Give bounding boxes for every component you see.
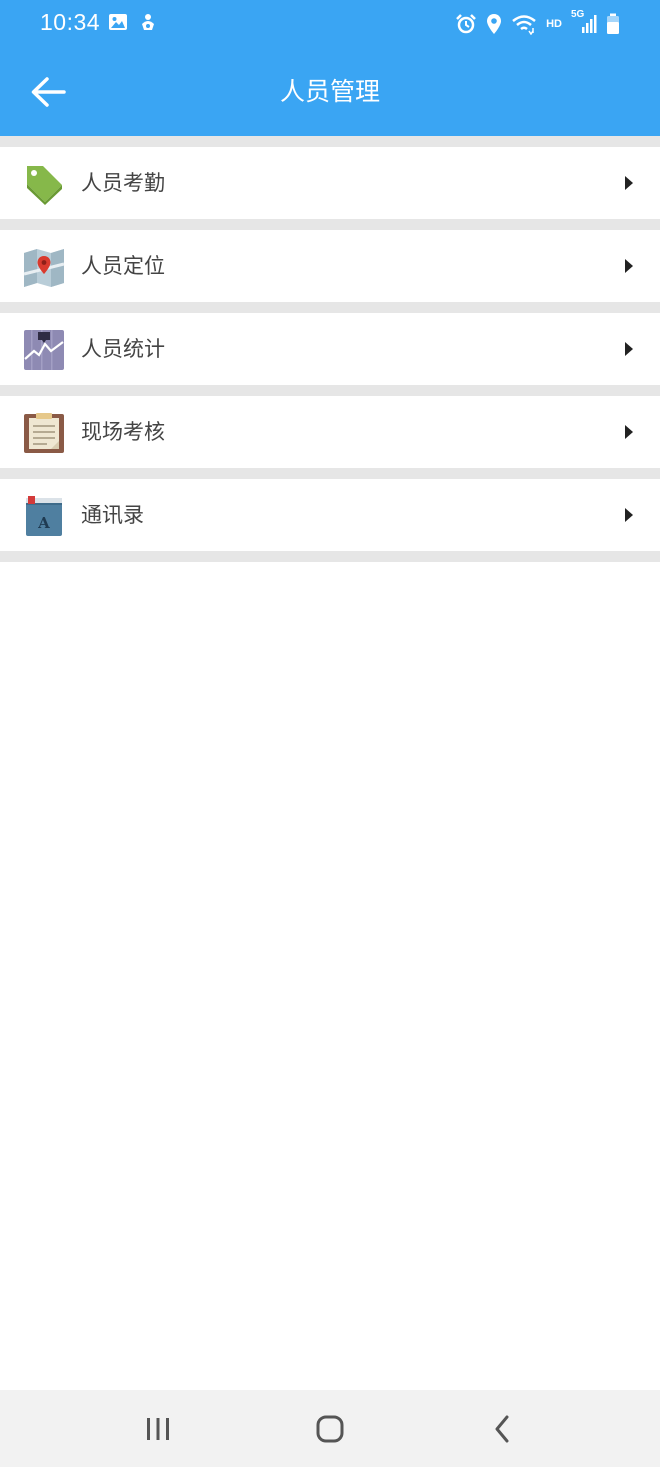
alarm-icon	[455, 13, 477, 35]
recent-apps-button[interactable]	[128, 1404, 188, 1454]
app-header: 10:34 HD 5G 人员管理	[0, 0, 660, 136]
menu-item-label: 通讯录	[81, 503, 144, 527]
menu-item-statistics[interactable]: 人员统计	[0, 313, 660, 385]
divider	[0, 302, 660, 313]
divider	[0, 551, 660, 562]
back-button[interactable]	[22, 68, 74, 116]
divider	[0, 468, 660, 479]
divider	[0, 385, 660, 396]
menu-list: 人员考勤 人员定位 人员统计 现场考核 A 通讯录	[0, 136, 660, 562]
triangle-right-icon	[625, 259, 633, 273]
location-icon	[486, 13, 502, 35]
triangle-right-icon	[625, 176, 633, 190]
recent-apps-icon	[147, 1418, 169, 1440]
back-icon	[495, 1415, 509, 1443]
sync-icon	[138, 12, 158, 36]
divider	[0, 219, 660, 230]
tag-icon	[23, 163, 65, 205]
menu-item-label: 现场考核	[81, 420, 165, 444]
map-pin-icon	[23, 246, 65, 288]
nav-back-button[interactable]	[472, 1404, 532, 1454]
home-icon	[316, 1415, 344, 1443]
status-time: 10:34	[40, 9, 101, 35]
clipboard-icon	[23, 412, 65, 454]
menu-item-label: 人员统计	[81, 337, 165, 361]
status-bar: 10:34 HD 5G	[0, 0, 660, 50]
status-left-icons	[108, 12, 158, 36]
menu-item-label: 人员定位	[81, 254, 165, 278]
toolbar: 人员管理	[0, 50, 660, 136]
status-right-icons: HD 5G	[455, 9, 620, 38]
arrow-left-icon	[31, 77, 66, 107]
triangle-right-icon	[625, 425, 633, 439]
menu-item-site-assessment[interactable]: 现场考核	[0, 396, 660, 468]
contacts-book-icon: A	[23, 495, 65, 537]
menu-item-attendance[interactable]: 人员考勤	[0, 147, 660, 219]
system-nav-bar	[0, 1390, 660, 1467]
hd-label: HD	[546, 18, 562, 30]
home-button[interactable]	[300, 1404, 360, 1454]
menu-item-location[interactable]: 人员定位	[0, 230, 660, 302]
image-icon	[108, 12, 128, 36]
signal-icon: 5G	[571, 9, 597, 36]
triangle-right-icon	[625, 342, 633, 356]
menu-item-contacts[interactable]: A 通讯录	[0, 479, 660, 551]
divider	[0, 136, 660, 147]
wifi-icon	[511, 13, 537, 35]
battery-icon	[606, 13, 620, 35]
svg-text:A: A	[37, 514, 50, 532]
menu-item-label: 人员考勤	[81, 171, 165, 195]
chart-icon	[23, 329, 65, 371]
page-title: 人员管理	[279, 77, 380, 106]
triangle-right-icon	[625, 508, 633, 522]
